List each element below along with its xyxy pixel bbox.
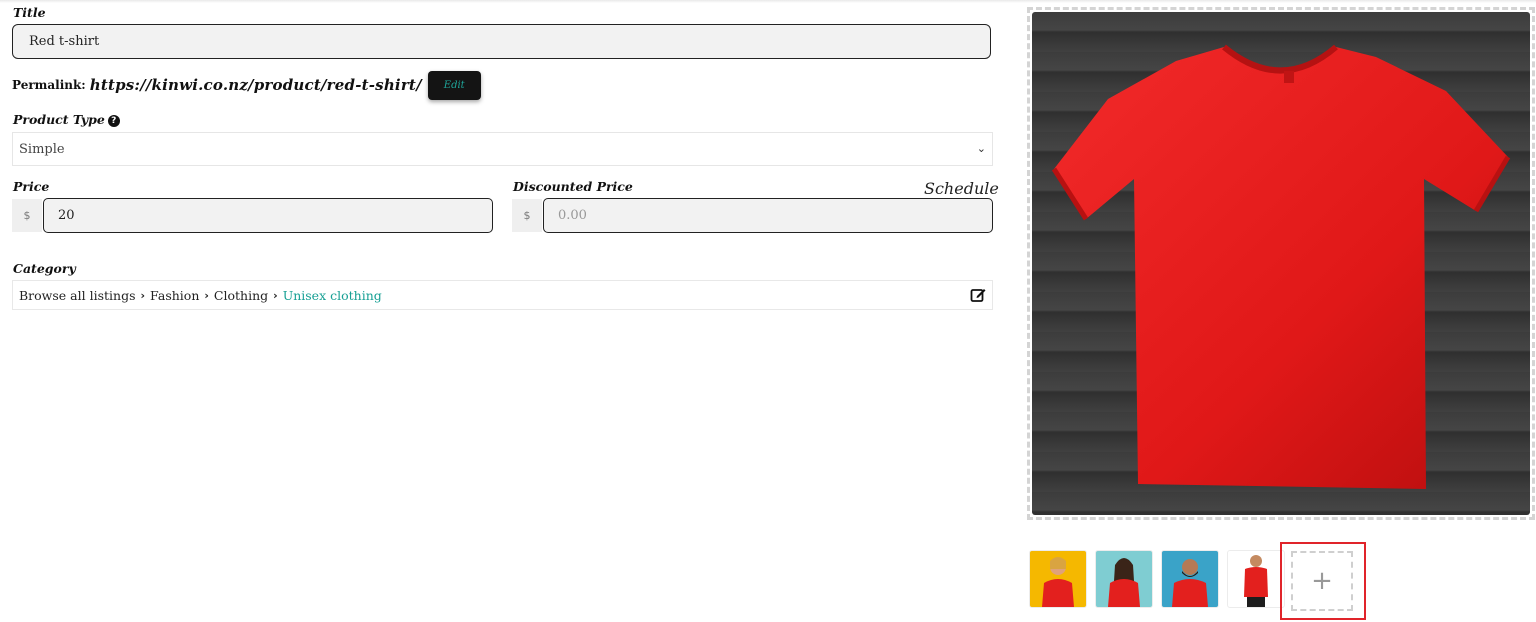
model-man2-thumbnail [1244, 555, 1268, 607]
title-label: Title [13, 5, 46, 20]
add-image-highlight[interactable]: + [1280, 542, 1366, 620]
permalink-row: Permalink: https://kinwi.co.nz/product/r… [12, 70, 481, 100]
chevron-down-icon: ⌄ [976, 142, 986, 155]
product-type-select[interactable]: Simple ⌄ [12, 132, 993, 166]
title-value: Red t-shirt [29, 34, 100, 49]
category-breadcrumb[interactable]: Browse all listings › Fashion › Clothing… [12, 280, 993, 310]
category-label: Category [13, 261, 76, 276]
main-product-image[interactable] [1027, 7, 1535, 520]
permalink-edit-button[interactable]: Edit [427, 70, 481, 100]
edit-square-icon[interactable] [970, 287, 986, 303]
question-circle-icon[interactable]: ? [107, 115, 120, 127]
price-currency-addon: $ [12, 199, 42, 232]
model-woman-thumbnail [1042, 557, 1074, 607]
red-tshirt-image [1051, 44, 1511, 489]
product-type-value: Simple [19, 141, 65, 157]
chevron-right-icon: › [204, 288, 209, 302]
schedule-link[interactable]: Schedule [924, 179, 999, 198]
discounted-currency-addon: $ [512, 199, 542, 232]
thumbnail-image[interactable] [1095, 550, 1153, 608]
discounted-price-placeholder: 0.00 [558, 208, 587, 223]
price-value: 20 [58, 208, 75, 223]
price-label: Price [13, 179, 50, 194]
top-divider [0, 0, 1536, 3]
chevron-right-icon: › [140, 288, 146, 302]
title-input[interactable]: Red t-shirt [12, 24, 991, 59]
model-man-thumbnail [1172, 559, 1208, 607]
category-crumb[interactable]: Fashion [150, 288, 199, 303]
discounted-price-label: Discounted Price [513, 179, 633, 194]
permalink-url[interactable]: https://kinwi.co.nz/product/red-t-shirt/ [90, 76, 422, 94]
thumbnail-image[interactable] [1227, 550, 1285, 608]
product-photo [1032, 12, 1530, 515]
thumbnail-image[interactable] [1161, 550, 1219, 608]
category-crumb-current[interactable]: Unisex clothing [283, 288, 382, 303]
category-crumb[interactable]: Clothing [214, 288, 268, 303]
product-type-label-row: Product Type? [13, 112, 120, 127]
add-image-button[interactable]: + [1291, 551, 1353, 611]
discounted-price-input[interactable]: 0.00 [543, 198, 993, 233]
chevron-right-icon: › [273, 288, 278, 302]
model-woman2-thumbnail [1108, 558, 1140, 607]
permalink-label: Permalink: [12, 78, 86, 92]
price-input[interactable]: 20 [43, 198, 493, 233]
product-type-label: Product Type [13, 112, 105, 127]
thumbnail-image[interactable] [1029, 550, 1087, 608]
category-crumb[interactable]: Browse all listings [19, 288, 136, 303]
